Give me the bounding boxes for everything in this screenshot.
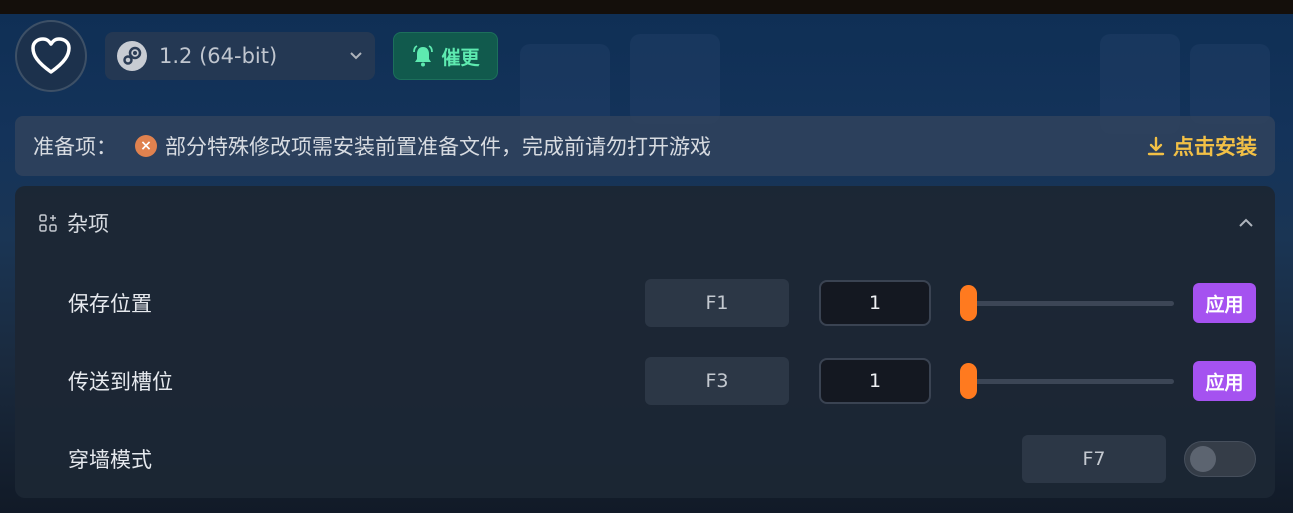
bell-icon bbox=[413, 45, 434, 67]
value-slider[interactable] bbox=[960, 357, 1174, 405]
slider-track bbox=[960, 379, 1174, 384]
urge-update-label: 催更 bbox=[441, 46, 480, 69]
row-teleport-slot: 传送到槽位 F3 1 应用 bbox=[15, 357, 1275, 405]
version-label: 1.2 (64-bit) bbox=[159, 44, 278, 68]
prerequisite-title: 准备项： bbox=[33, 135, 117, 159]
slider-thumb[interactable] bbox=[960, 285, 977, 321]
row-name: 传送到槽位 bbox=[68, 370, 173, 394]
favorite-button[interactable] bbox=[15, 20, 87, 92]
toggle-knob bbox=[1190, 446, 1216, 472]
urge-update-button[interactable]: 催更 bbox=[393, 32, 498, 80]
install-link[interactable]: 点击安装 bbox=[1145, 131, 1257, 161]
panel-header[interactable]: 杂项 bbox=[39, 208, 109, 238]
prerequisite-message: 部分特殊修改项需安装前置准备文件，完成前请勿打开游戏 bbox=[165, 135, 711, 159]
hotkey-button[interactable]: F1 bbox=[645, 279, 789, 327]
heart-icon bbox=[31, 37, 71, 74]
panel-title: 杂项 bbox=[67, 212, 109, 236]
steam-icon bbox=[117, 41, 147, 71]
row-noclip-mode: 穿墙模式 F7 bbox=[15, 435, 1275, 483]
value-input[interactable]: 1 bbox=[819, 280, 931, 326]
apps-add-icon bbox=[39, 214, 57, 232]
row-save-position: 保存位置 F1 1 应用 bbox=[15, 279, 1275, 327]
value-input[interactable]: 1 bbox=[819, 358, 931, 404]
window-top-strip bbox=[0, 0, 1293, 14]
prerequisite-bar: 准备项： × 部分特殊修改项需安装前置准备文件，完成前请勿打开游戏 点击安装 bbox=[15, 116, 1275, 176]
apply-button[interactable]: 应用 bbox=[1193, 361, 1256, 401]
chevron-down-icon bbox=[349, 48, 363, 64]
download-icon bbox=[1147, 136, 1165, 156]
install-label: 点击安装 bbox=[1173, 135, 1257, 159]
slider-track bbox=[960, 301, 1174, 306]
misc-panel: 杂项 保存位置 F1 1 应用 传送到槽位 F3 1 应用 穿墙模式 F7 bbox=[15, 186, 1275, 498]
x-circle-icon: × bbox=[135, 135, 157, 157]
chevron-up-icon[interactable] bbox=[1237, 214, 1255, 233]
noclip-toggle[interactable] bbox=[1184, 441, 1256, 477]
slider-thumb[interactable] bbox=[960, 363, 977, 399]
apply-button[interactable]: 应用 bbox=[1193, 283, 1256, 323]
hotkey-button[interactable]: F7 bbox=[1022, 435, 1166, 483]
value-slider[interactable] bbox=[960, 279, 1174, 327]
row-name: 保存位置 bbox=[68, 292, 152, 316]
version-select[interactable]: 1.2 (64-bit) bbox=[105, 32, 375, 80]
hotkey-button[interactable]: F3 bbox=[645, 357, 789, 405]
row-name: 穿墙模式 bbox=[68, 448, 152, 472]
